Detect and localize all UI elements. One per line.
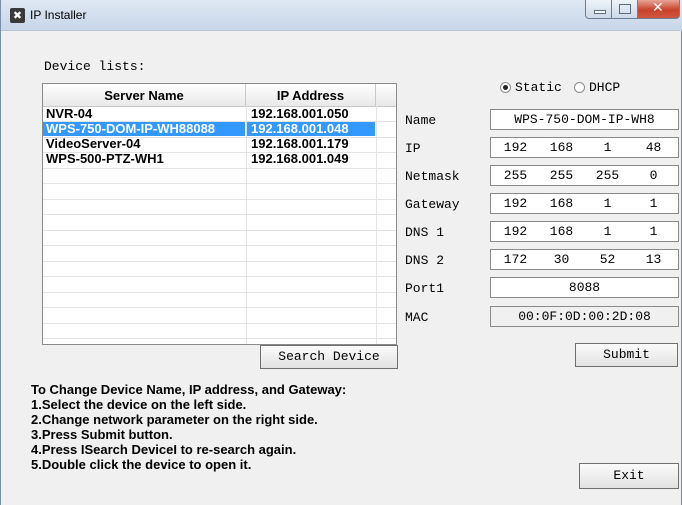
table-gridline — [43, 230, 396, 231]
table-gridline — [43, 199, 396, 200]
row-ip-address: 192.168.001.049 — [251, 151, 349, 166]
table-gridline — [43, 307, 396, 308]
instruction-step-2: 2.Change network parameter on the right … — [31, 412, 318, 427]
ip-field[interactable]: 192 168 1 48 — [490, 137, 679, 158]
gateway-octet-1[interactable]: 192 — [493, 194, 538, 213]
table-gridline — [43, 183, 396, 184]
submit-button[interactable]: Submit — [575, 343, 678, 367]
table-gridline — [43, 214, 396, 215]
table-column-divider — [246, 106, 247, 344]
maximize-icon — [619, 4, 631, 14]
table-gridline — [43, 152, 396, 153]
table-gridline — [43, 292, 396, 293]
netmask-octet-2[interactable]: 255 — [539, 166, 584, 185]
close-icon: ✕ — [652, 0, 664, 16]
table-row[interactable]: NVR-04 192.168.001.050 — [43, 106, 396, 121]
column-header-ip-address[interactable]: IP Address — [246, 84, 376, 106]
dns2-octet-4[interactable]: 13 — [631, 250, 676, 269]
ip-label: IP — [405, 141, 421, 156]
netmask-label: Netmask — [405, 169, 460, 184]
netmask-octet-3[interactable]: 255 — [585, 166, 630, 185]
instructions-text: To Change Device Name, IP address, and G… — [31, 382, 346, 472]
dns1-octet-2[interactable]: 168 — [539, 222, 584, 241]
ip-octet-2[interactable]: 168 — [539, 138, 584, 157]
dns1-label: DNS 1 — [405, 225, 445, 240]
table-gridline — [43, 323, 396, 324]
name-label: Name — [405, 113, 437, 128]
dns2-label: DNS 2 — [405, 253, 445, 268]
dns1-field[interactable]: 192 168 1 1 — [490, 221, 679, 242]
row-server-name: WPS-500-PTZ-WH1 — [46, 151, 164, 166]
name-field[interactable]: WPS-750-DOM-IP-WH8 — [490, 109, 679, 130]
device-table[interactable]: Server Name IP Address NVR-04 192.168.00… — [42, 83, 397, 345]
exit-button[interactable]: Exit — [579, 463, 679, 489]
dns2-octet-3[interactable]: 52 — [585, 250, 630, 269]
netmask-field[interactable]: 255 255 255 0 — [490, 165, 679, 186]
instruction-step-4: 4.Press ISearch DeviceI to re-search aga… — [31, 442, 297, 457]
row-ip-address: 192.168.001.048 — [246, 121, 375, 136]
search-device-button[interactable]: Search Device — [260, 345, 398, 369]
row-server-name: WPS-750-DOM-IP-WH88088 — [43, 121, 245, 136]
instruction-step-1: 1.Select the device on the left side. — [31, 397, 247, 412]
name-value: WPS-750-DOM-IP-WH8 — [514, 112, 655, 127]
table-gridline — [43, 137, 396, 138]
ip-octet-1[interactable]: 192 — [493, 138, 538, 157]
table-row-selected[interactable]: WPS-750-DOM-IP-WH88088 192.168.001.048 — [43, 121, 396, 136]
dns1-octet-3[interactable]: 1 — [585, 222, 630, 241]
table-row[interactable]: WPS-500-PTZ-WH1 192.168.001.049 — [43, 151, 396, 166]
row-ip-address: 192.168.001.050 — [251, 106, 349, 121]
ip-octet-4[interactable]: 48 — [631, 138, 676, 157]
static-radio-button[interactable] — [500, 82, 511, 93]
column-header-empty — [376, 84, 396, 106]
table-row[interactable]: VideoServer-04 192.168.001.179 — [43, 136, 396, 151]
dns2-octet-2[interactable]: 30 — [539, 250, 584, 269]
app-icon: ✖ — [10, 8, 25, 23]
dns1-octet-1[interactable]: 192 — [493, 222, 538, 241]
ip-installer-window: ✖ IP Installer ✕ Device lists: Server Na… — [0, 0, 682, 505]
port1-field[interactable]: 8088 — [490, 277, 679, 298]
minimize-button[interactable] — [585, 0, 612, 19]
title-bar[interactable]: ✖ IP Installer ✕ — [1, 0, 682, 31]
table-gridline — [43, 261, 396, 262]
gateway-octet-2[interactable]: 168 — [539, 194, 584, 213]
netmask-octet-1[interactable]: 255 — [493, 166, 538, 185]
maximize-button[interactable] — [612, 0, 638, 19]
gateway-label: Gateway — [405, 197, 460, 212]
port1-value: 8088 — [568, 280, 601, 295]
port1-label: Port1 — [405, 281, 445, 296]
table-column-divider — [376, 106, 377, 344]
row-server-name: VideoServer-04 — [46, 136, 141, 151]
mac-value: 00:0F:0D:00:2D:08 — [518, 309, 651, 324]
mac-field: 00:0F:0D:00:2D:08 — [490, 306, 679, 327]
table-gridline — [43, 338, 396, 339]
row-ip-address: 192.168.001.179 — [251, 136, 349, 151]
instruction-heading: To Change Device Name, IP address, and G… — [31, 382, 347, 397]
dns1-octet-4[interactable]: 1 — [631, 222, 676, 241]
row-server-name: NVR-04 — [46, 106, 93, 121]
table-gridline — [43, 121, 396, 122]
ip-octet-3[interactable]: 1 — [585, 138, 630, 157]
minimize-icon — [594, 10, 606, 14]
instruction-step-5: 5.Double click the device to open it. — [31, 457, 252, 472]
mac-label: MAC — [405, 310, 429, 325]
window-title: IP Installer — [30, 8, 87, 22]
table-gridline — [43, 168, 396, 169]
table-gridline — [43, 245, 396, 246]
close-button[interactable]: ✕ — [638, 0, 680, 19]
dhcp-radio-button[interactable] — [574, 82, 585, 93]
netmask-octet-4[interactable]: 0 — [631, 166, 676, 185]
column-header-server-name[interactable]: Server Name — [43, 84, 246, 106]
gateway-octet-3[interactable]: 1 — [585, 194, 630, 213]
static-radio-label: Static — [515, 80, 562, 95]
table-header: Server Name IP Address — [43, 84, 396, 107]
device-lists-label: Device lists: — [44, 59, 146, 74]
instruction-step-3: 3.Press Submit button. — [31, 427, 173, 442]
dhcp-radio-label: DHCP — [589, 80, 621, 95]
table-gridline — [43, 276, 396, 277]
dns2-field[interactable]: 172 30 52 13 — [490, 249, 679, 270]
gateway-field[interactable]: 192 168 1 1 — [490, 193, 679, 214]
gateway-octet-4[interactable]: 1 — [631, 194, 676, 213]
dns2-octet-1[interactable]: 172 — [493, 250, 538, 269]
